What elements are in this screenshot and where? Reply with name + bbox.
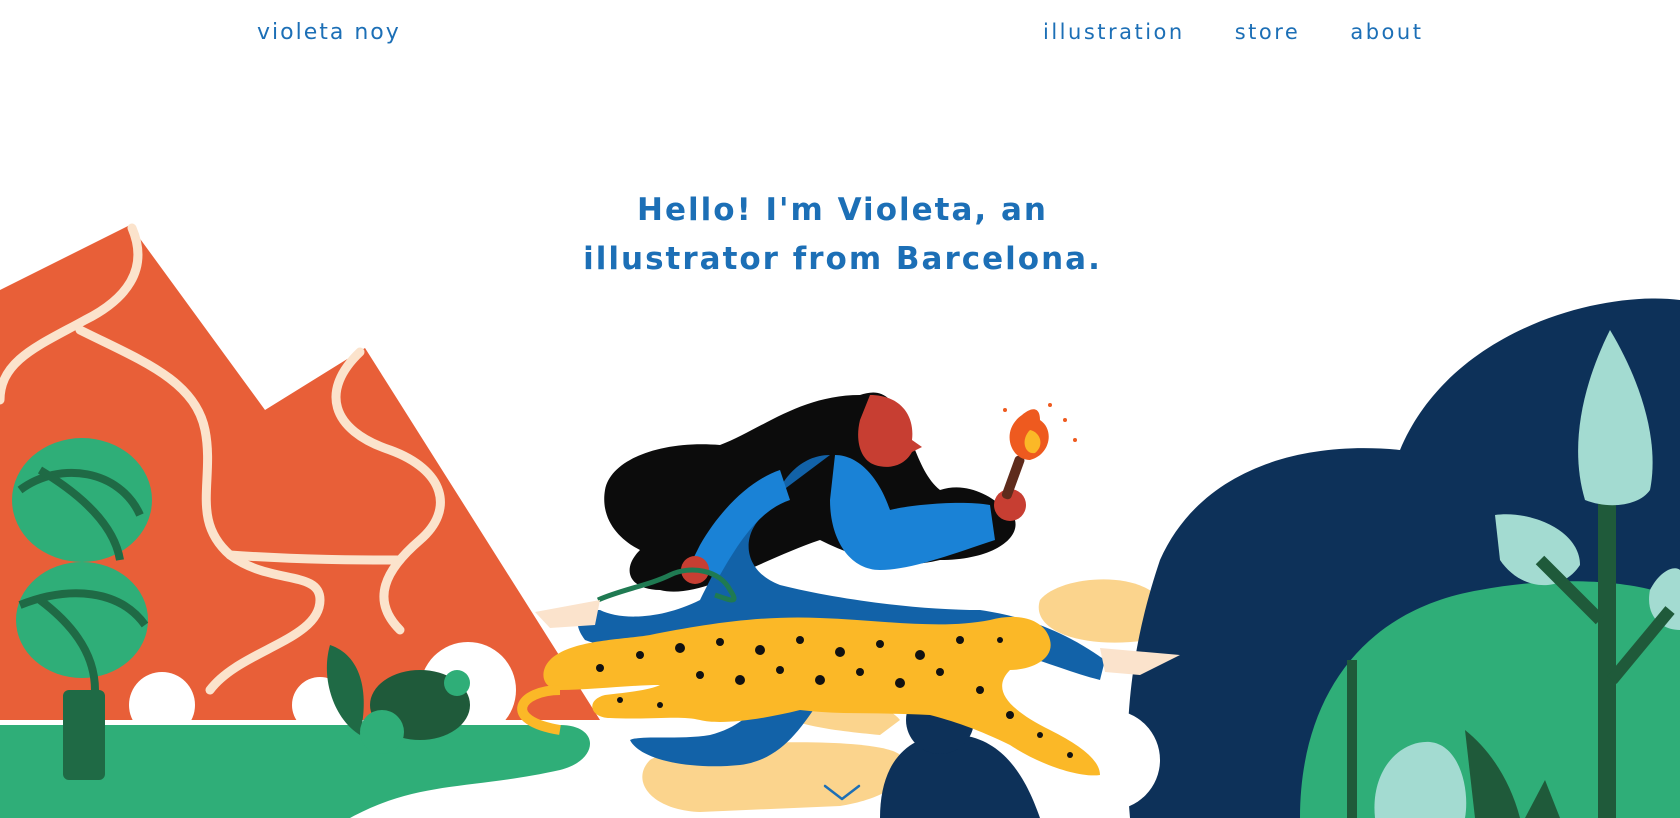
nav-item-store[interactable]: store <box>1235 20 1301 44</box>
site-logo[interactable]: violeta noy <box>257 20 401 45</box>
hero-heading: Hello! I'm Violeta, an illustrator from … <box>560 186 1125 284</box>
chevron-down-icon[interactable] <box>822 782 862 804</box>
nav-item-illustration[interactable]: illustration <box>1043 20 1185 44</box>
hero-line-2: illustrator from Barcelona. <box>583 240 1102 277</box>
nav-item-about[interactable]: about <box>1350 20 1423 44</box>
hero-illustration <box>0 223 1680 818</box>
hero-line-1: Hello! I'm Violeta, an <box>637 191 1048 228</box>
main-nav: illustration store about <box>1043 20 1423 44</box>
top-bar: violeta noy illustration store about <box>0 0 1680 70</box>
